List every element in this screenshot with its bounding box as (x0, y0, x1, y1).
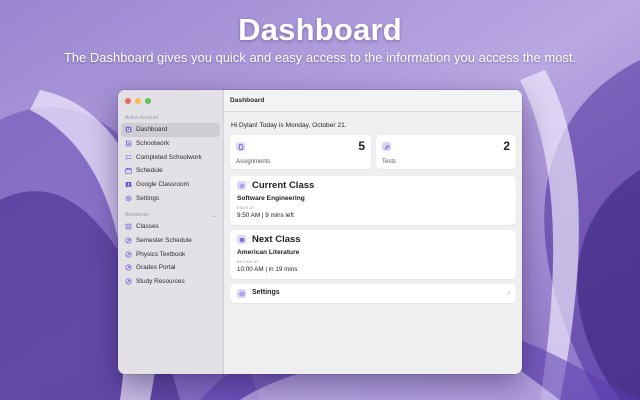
window-controls (125, 98, 151, 104)
current-class-title: Current Class (252, 180, 315, 191)
next-class-title: Next Class (252, 234, 301, 245)
assignments-card[interactable]: 5 Assignments (230, 135, 371, 169)
section-title: Action Account (125, 115, 159, 121)
document-icon (236, 142, 245, 151)
sidebar-item-physics-textbook[interactable]: Physics Textbook (121, 247, 220, 261)
assignments-label: Assignments (236, 159, 271, 165)
close-button[interactable] (125, 98, 131, 104)
next-class-begins-label: BEGINS AT (237, 260, 259, 264)
current-class-card[interactable]: Current Class Software Engineering ENDS … (230, 176, 516, 225)
chevron-down-icon[interactable]: ⌄ (212, 212, 217, 219)
sidebar-section-header[interactable]: Resources ⌄ (125, 212, 217, 219)
sidebar-item-label: Semester Schedule (136, 237, 192, 245)
chevron-right-icon: › (507, 288, 510, 297)
sidebar-item-label: Classes (136, 223, 159, 231)
hero-subtitle: The Dashboard gives you quick and easy a… (63, 50, 577, 65)
next-icon (237, 235, 246, 244)
assignments-count: 5 (358, 139, 365, 153)
current-class-ends-label: ENDS AT (237, 206, 255, 210)
sidebar-item-label: Schedule (136, 167, 163, 175)
schoolwork-icon (125, 140, 132, 147)
settings-row[interactable]: Settings › (230, 284, 516, 303)
next-class-name: American Literature (237, 249, 300, 256)
sidebar-item-classes[interactable]: Classes (121, 220, 220, 234)
tests-count: 2 (503, 139, 510, 153)
sidebar-item-study-resources[interactable]: Study Resources (121, 275, 220, 289)
sidebar-item-label: Google Classroom (136, 181, 189, 189)
sidebar-item-label: Completed Schoolwork (136, 153, 202, 161)
sidebar-item-semester-schedule[interactable]: Semester Schedule (121, 234, 220, 248)
sidebar-list: Dashboard Schoolwork Completed Schoolwor… (121, 123, 220, 205)
classroom-icon (125, 181, 132, 188)
current-class-time: 9:50 AM | 9 mins left (237, 212, 294, 219)
tests-label: Tests (382, 159, 397, 165)
sidebar-item-label: Study Resources (136, 278, 185, 286)
pencil-icon (382, 142, 391, 151)
resources-list: Classes Semester Schedule Physics Textbo… (121, 220, 220, 288)
sidebar-item-label: Schoolwork (136, 140, 170, 148)
greeting-text: Hi Dylan! Today is Monday, October 21. (231, 122, 347, 129)
section-title: Resources (125, 212, 149, 218)
link-icon (125, 264, 132, 271)
dashboard-icon (125, 126, 132, 133)
tests-card[interactable]: 2 Tests (376, 135, 516, 169)
gear-icon (125, 195, 132, 202)
next-class-card[interactable]: Next Class American Literature BEGINS AT… (230, 230, 516, 279)
current-class-name: Software Engineering (237, 195, 305, 202)
sidebar-item-settings[interactable]: Settings (121, 191, 220, 205)
link-icon (125, 237, 132, 244)
app-window: Action Account Dashboard Schoolwork Comp… (118, 90, 522, 374)
sidebar-item-google-classroom[interactable]: Google Classroom (121, 178, 220, 192)
sidebar-section-header: Action Account (125, 115, 217, 121)
gear-icon (237, 289, 246, 298)
swap-icon (237, 181, 246, 190)
next-class-time: 10:00 AM | in 19 mins (237, 266, 298, 273)
sidebar-item-dashboard[interactable]: Dashboard (121, 123, 220, 137)
sidebar-item-schedule[interactable]: Schedule (121, 164, 220, 178)
sidebar-item-grades-portal[interactable]: Grades Portal (121, 261, 220, 275)
sidebar-item-schoolwork[interactable]: Schoolwork (121, 137, 220, 151)
settings-row-label: Settings (252, 289, 280, 296)
sidebar-item-label: Dashboard (136, 126, 168, 134)
window-title: Dashboard (224, 90, 522, 112)
sidebar-item-label: Grades Portal (136, 264, 176, 272)
main-content: Dashboard Hi Dylan! Today is Monday, Oct… (224, 90, 522, 374)
sidebar-item-completed-schoolwork[interactable]: Completed Schoolwork (121, 150, 220, 164)
sidebar-item-label: Physics Textbook (136, 250, 186, 258)
hero-title: Dashboard (238, 12, 402, 47)
link-icon (125, 251, 132, 258)
calendar-icon (125, 167, 132, 175)
sidebar-item-label: Settings (136, 194, 160, 202)
zoom-button[interactable] (145, 98, 151, 104)
list-icon (125, 223, 132, 230)
minimize-button[interactable] (135, 98, 141, 104)
checklist-icon (125, 154, 132, 161)
link-icon (125, 278, 132, 285)
sidebar: Action Account Dashboard Schoolwork Comp… (118, 90, 224, 374)
